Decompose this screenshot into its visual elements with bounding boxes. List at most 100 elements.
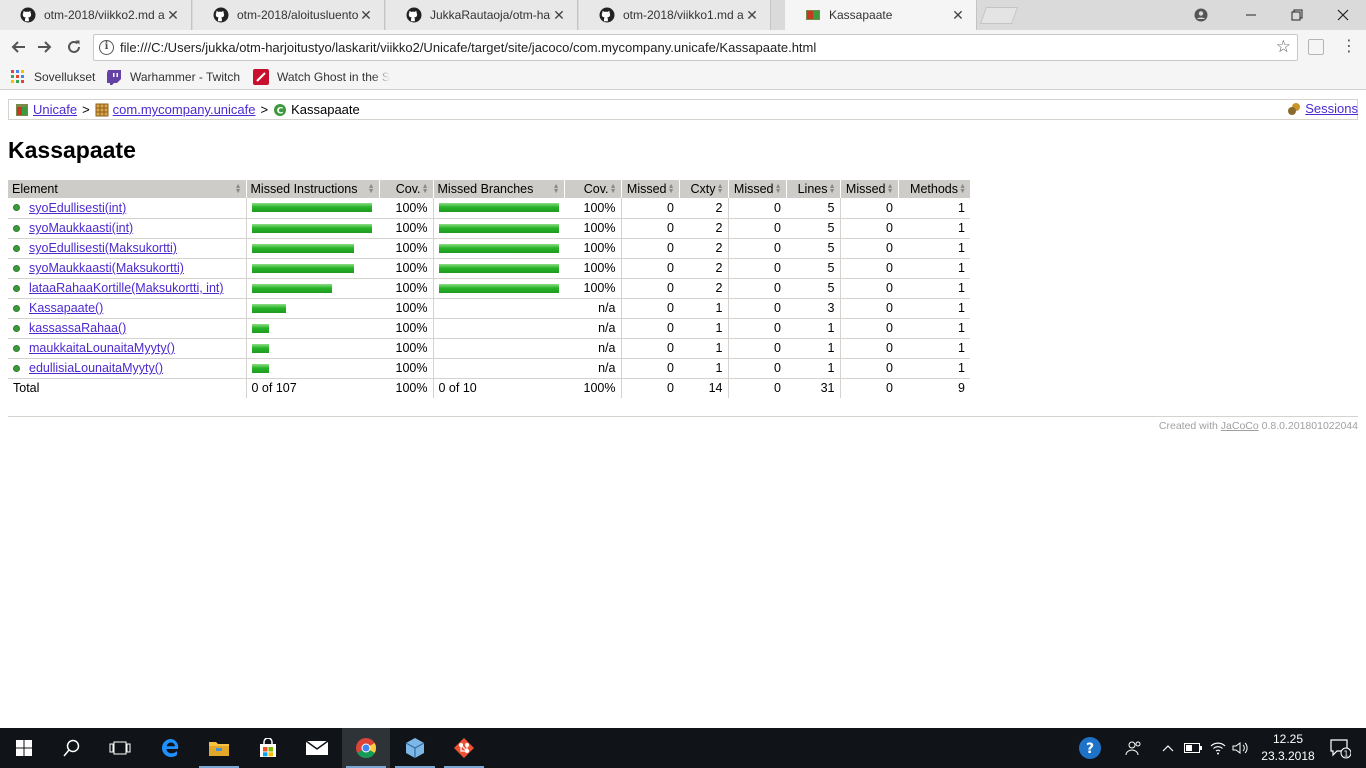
bookmark-sovellukset[interactable]: Sovellukset xyxy=(10,68,95,86)
sort-icon: ▲ ▼ xyxy=(667,183,675,195)
close-icon[interactable]: ✕ xyxy=(551,7,567,23)
methods-cell: 1 xyxy=(898,358,970,379)
tab-viikko1[interactable]: otm-2018/viikko1.md at ✕ xyxy=(579,0,771,30)
branch-coverage-cell: 100% xyxy=(564,258,621,279)
header-missed-instructions[interactable]: Missed Instructions ▲ ▼ xyxy=(245,180,379,198)
missed-lines-cell: 0 xyxy=(727,218,786,239)
mail-icon[interactable] xyxy=(293,728,341,768)
minimize-icon[interactable] xyxy=(1228,0,1274,30)
bookmark-label: Warhammer - Twitch xyxy=(130,70,241,84)
extension-icon[interactable] xyxy=(1308,39,1324,55)
wifi-icon[interactable] xyxy=(1207,728,1229,768)
header-branch-coverage[interactable]: Cov. ▲ ▼ xyxy=(563,180,621,198)
missed-cxty-cell: 0 xyxy=(620,358,679,379)
tab-aloitusluento[interactable]: otm-2018/aloitusluento. ✕ xyxy=(193,0,385,30)
breadcrumb-root-link[interactable]: Unicafe xyxy=(33,102,77,117)
breadcrumb-current: Kassapaate xyxy=(291,102,360,117)
cxty-cell: 2 xyxy=(679,258,728,279)
method-link[interactable]: syoEdullisesti(Maksukortti) xyxy=(29,241,177,255)
missed-instructions-cell xyxy=(245,258,379,279)
forward-icon[interactable] xyxy=(32,35,58,59)
close-window-icon[interactable] xyxy=(1320,0,1366,30)
jacoco-link[interactable]: JaCoCo xyxy=(1221,420,1259,432)
address-bar[interactable]: i file:///C:/Users/jukka/otm-harjoitusty… xyxy=(93,34,1298,61)
method-link[interactable]: kassassaRahaa() xyxy=(29,321,126,335)
method-link[interactable]: syoMaukkaasti(int) xyxy=(29,221,133,235)
task-view-icon[interactable] xyxy=(96,728,144,768)
header-missed-methods[interactable]: Missed ▲ ▼ xyxy=(839,180,898,198)
header-lines[interactable]: Lines ▲ ▼ xyxy=(785,180,840,198)
breadcrumb-package-link[interactable]: com.mycompany.unicafe xyxy=(113,102,256,117)
bookmark-red-icon xyxy=(253,69,269,85)
total-instructions: 0 of 107 xyxy=(245,377,379,398)
notification-center-icon[interactable]: 1 xyxy=(1320,728,1360,768)
windows-start-icon[interactable] xyxy=(0,728,48,768)
close-icon[interactable]: ✕ xyxy=(358,7,374,23)
git-icon[interactable] xyxy=(440,728,488,768)
element-cell: syoMaukkaasti(Maksukortti) xyxy=(8,258,246,279)
tab-otm-harjoitustyo[interactable]: JukkaRautaoja/otm-harjo ✕ xyxy=(386,0,578,30)
help-icon[interactable]: ? xyxy=(1076,728,1104,768)
info-icon[interactable]: i xyxy=(99,40,114,55)
github-icon xyxy=(20,7,36,23)
method-link[interactable]: edullisiaLounaitaMyyty() xyxy=(29,361,163,375)
instr-coverage-cell: 100% xyxy=(379,238,433,259)
methods-cell: 1 xyxy=(898,238,970,259)
battery-icon[interactable] xyxy=(1182,728,1204,768)
tab-kassapaate[interactable]: Kassapaate ✕ xyxy=(785,0,977,30)
edge-icon[interactable] xyxy=(147,728,195,768)
footer-prefix: Created with xyxy=(1158,420,1218,432)
table-row: lataaRahaaKortille(Maksukortti, int) 100%… xyxy=(8,278,970,299)
file-explorer-icon[interactable] xyxy=(195,728,243,768)
close-icon[interactable]: ✕ xyxy=(950,7,966,23)
header-missed-lines[interactable]: Missed ▲ ▼ xyxy=(727,180,786,198)
chevron-up-icon[interactable] xyxy=(1158,728,1178,768)
missed-branches-cell xyxy=(432,278,564,299)
twitch-icon xyxy=(106,69,122,85)
restore-icon[interactable] xyxy=(1274,0,1320,30)
store-icon[interactable] xyxy=(244,728,292,768)
method-link[interactable]: maukkaitaLounaitaMyyty() xyxy=(29,341,175,355)
jacoco-class-icon xyxy=(805,7,821,23)
reload-icon[interactable] xyxy=(61,35,87,59)
instruction-coverage-bar xyxy=(251,323,269,333)
total-label: Total xyxy=(8,377,246,398)
header-missed-cxty[interactable]: Missed ▲ ▼ xyxy=(620,180,679,198)
methods-cell: 1 xyxy=(898,218,970,239)
missed-lines-cell: 0 xyxy=(727,198,786,219)
profile-icon[interactable] xyxy=(1178,0,1224,30)
header-methods[interactable]: Methods ▲ ▼ xyxy=(897,180,970,198)
table-row: maukkaitaLounaitaMyyty() 100% n/a 0 1 0 1 0 1 xyxy=(8,338,970,359)
header-instr-coverage[interactable]: Cov. ▲ ▼ xyxy=(378,180,433,198)
virtualbox-icon[interactable] xyxy=(391,728,439,768)
method-link[interactable]: lataaRahaaKortille(Maksukortti, int) xyxy=(29,281,224,295)
sessions-link[interactable]: Sessions xyxy=(1305,101,1358,116)
lines-cell: 5 xyxy=(786,198,840,219)
new-tab-button[interactable] xyxy=(979,7,1019,24)
search-icon[interactable] xyxy=(48,728,96,768)
table-body: syoEdullisesti(int) 100% 100% 0 2 0 5 0 1 syoMauk… xyxy=(8,198,970,379)
missed-branches-cell xyxy=(432,218,564,239)
missed-lines-cell: 0 xyxy=(727,278,786,299)
bookmark-star-icon[interactable]: ☆ xyxy=(1276,37,1291,57)
volume-icon[interactable] xyxy=(1229,728,1251,768)
bookmark-twitch[interactable]: Warhammer - Twitch xyxy=(106,68,240,86)
lines-cell: 1 xyxy=(786,318,840,339)
header-element[interactable]: Element ▲ ▼ xyxy=(8,180,246,198)
instr-coverage-cell: 100% xyxy=(379,198,433,219)
bookmark-ghost-in-the-shell[interactable]: Watch Ghost in the S xyxy=(253,68,390,86)
header-missed-branches[interactable]: Missed Branches ▲ ▼ xyxy=(432,180,564,198)
back-icon[interactable] xyxy=(5,35,31,59)
method-link[interactable]: syoEdullisesti(int) xyxy=(29,201,126,215)
url-text[interactable]: file:///C:/Users/jukka/otm-harjoitustyo/… xyxy=(120,40,816,55)
close-icon[interactable]: ✕ xyxy=(165,7,181,23)
tab-viikko2[interactable]: otm-2018/viikko2.md at ✕ xyxy=(0,0,192,30)
clock[interactable]: 12.25 23.3.2018 xyxy=(1260,731,1316,765)
close-icon[interactable]: ✕ xyxy=(744,7,760,23)
chrome-icon[interactable] xyxy=(342,728,390,768)
people-icon[interactable] xyxy=(1122,728,1146,768)
more-menu-icon[interactable]: ⋮ xyxy=(1341,38,1357,56)
method-link[interactable]: Kassapaate() xyxy=(29,301,103,315)
header-cxty[interactable]: Cxty ▲ ▼ xyxy=(678,180,728,198)
method-link[interactable]: syoMaukkaasti(Maksukortti) xyxy=(29,261,184,275)
